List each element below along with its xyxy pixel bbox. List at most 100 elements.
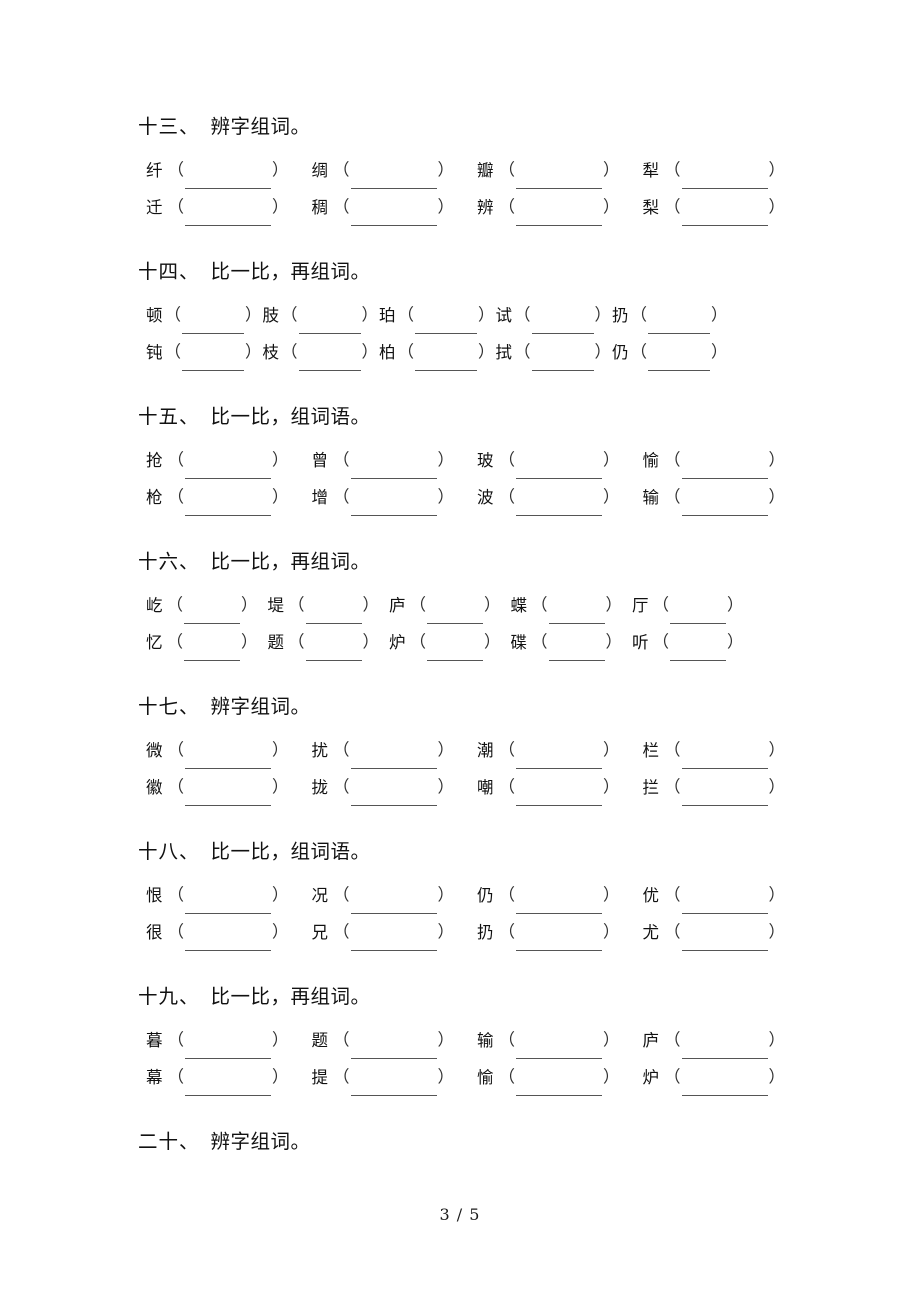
answer-blank[interactable] (350, 894, 437, 914)
paren-open: （ (167, 885, 185, 904)
paren-open: （ (498, 1030, 516, 1049)
answer-blank[interactable] (670, 641, 726, 661)
answer-blank[interactable] (531, 351, 594, 371)
exercise-section: 十六、 比一比，再组词。屹（）堤（）庐（）蝶（）厅（）忆（）题（）炉（）碟（）听（… (138, 547, 778, 661)
section-heading: 十七、 辨字组词。 (138, 692, 778, 722)
section-number: 十三、 (138, 115, 200, 138)
paren-close: ） (272, 1030, 289, 1049)
answer-blank[interactable] (298, 351, 361, 371)
answer-blank[interactable] (415, 314, 477, 334)
answer-blank[interactable] (648, 351, 710, 371)
character-blank-item: 碟（ ） (511, 624, 622, 661)
answer-blank[interactable] (298, 314, 361, 334)
answer-blank[interactable] (185, 169, 271, 189)
answer-blank[interactable] (516, 1039, 602, 1059)
answer-blank[interactable] (350, 206, 437, 226)
answer-blank[interactable] (184, 641, 240, 661)
character-blank-item: 迁（ ） (146, 189, 289, 226)
answer-blank[interactable] (516, 749, 602, 769)
character-row: 幕（）提（）愉（）炉（） (146, 1059, 785, 1096)
answer-blank[interactable] (681, 1076, 768, 1096)
prompt-character: 纤 (146, 161, 163, 180)
answer-blank[interactable] (185, 459, 271, 479)
answer-blank[interactable] (427, 604, 483, 624)
character-blank-item: 幕（ ） (146, 1059, 289, 1096)
paren-open: （ (166, 595, 184, 614)
answer-blank[interactable] (681, 459, 768, 479)
answer-blank[interactable] (185, 1076, 271, 1096)
answer-blank[interactable] (516, 459, 602, 479)
prompt-character: 暮 (146, 1031, 163, 1050)
answer-blank[interactable] (185, 206, 271, 226)
answer-blank[interactable] (350, 459, 437, 479)
answer-blank[interactable] (681, 169, 768, 189)
answer-blank[interactable] (185, 749, 271, 769)
answer-blank[interactable] (531, 314, 594, 334)
prompt-character: 庐 (642, 1031, 660, 1050)
section-number: 十九、 (138, 985, 200, 1008)
answer-blank[interactable] (350, 931, 437, 951)
prompt-character: 潮 (477, 741, 494, 760)
paren-open: （ (333, 1067, 350, 1086)
answer-blank[interactable] (681, 786, 768, 806)
paren-close: ） (437, 1067, 455, 1086)
answer-blank[interactable] (648, 314, 710, 334)
answer-blank[interactable] (548, 604, 605, 624)
paren-close: ） (362, 632, 380, 651)
answer-blank[interactable] (350, 1076, 437, 1096)
answer-blank[interactable] (182, 314, 244, 334)
prompt-character: 曾 (311, 451, 329, 470)
character-blank-item: 很（ ） (146, 914, 289, 951)
prompt-character: 庐 (389, 596, 406, 615)
answer-blank[interactable] (350, 749, 437, 769)
answer-blank[interactable] (516, 931, 602, 951)
answer-blank[interactable] (681, 206, 768, 226)
answer-blank[interactable] (681, 1039, 768, 1059)
answer-blank[interactable] (415, 351, 477, 371)
answer-blank[interactable] (350, 786, 437, 806)
answer-blank[interactable] (427, 641, 483, 661)
answer-blank[interactable] (184, 604, 240, 624)
answer-blank[interactable] (670, 604, 726, 624)
answer-blank[interactable] (185, 894, 271, 914)
answer-blank[interactable] (350, 1039, 437, 1059)
answer-blank[interactable] (516, 496, 602, 516)
prompt-character: 扰 (311, 741, 329, 760)
answer-blank[interactable] (305, 641, 362, 661)
character-blank-item: 蝶（ ） (511, 587, 622, 624)
answer-blank[interactable] (516, 894, 602, 914)
character-blank-item: 瓣（ ） (477, 152, 620, 189)
answer-blank[interactable] (350, 169, 437, 189)
prompt-character: 拢 (311, 778, 329, 797)
section-instruction: 比一比，组词语。 (210, 405, 371, 428)
answer-blank[interactable] (185, 1039, 271, 1059)
answer-blank[interactable] (516, 786, 602, 806)
prompt-character: 堤 (267, 596, 285, 615)
answer-blank[interactable] (185, 786, 271, 806)
answer-blank[interactable] (548, 641, 605, 661)
character-row: 屹（）堤（）庐（）蝶（）厅（） (146, 587, 778, 624)
answer-blank[interactable] (681, 894, 768, 914)
prompt-character: 抢 (146, 451, 163, 470)
answer-blank[interactable] (182, 351, 244, 371)
answer-blank[interactable] (516, 1076, 602, 1096)
answer-blank[interactable] (305, 604, 362, 624)
paren-close: ） (727, 632, 744, 651)
prompt-character: 栏 (642, 741, 660, 760)
paren-open: （ (498, 777, 516, 796)
answer-blank[interactable] (185, 496, 271, 516)
answer-blank[interactable] (185, 931, 271, 951)
page-number: 3 / 5 (439, 1205, 481, 1224)
answer-blank[interactable] (516, 169, 602, 189)
answer-blank[interactable] (350, 496, 437, 516)
answer-blank[interactable] (681, 749, 768, 769)
answer-blank[interactable] (681, 496, 768, 516)
paren-open: （ (333, 885, 350, 904)
prompt-character: 仍 (477, 886, 494, 905)
paren-open: （ (397, 342, 415, 361)
paren-open: （ (409, 595, 427, 614)
answer-blank[interactable] (516, 206, 602, 226)
prompt-character: 仍 (612, 343, 629, 362)
answer-blank[interactable] (681, 931, 768, 951)
